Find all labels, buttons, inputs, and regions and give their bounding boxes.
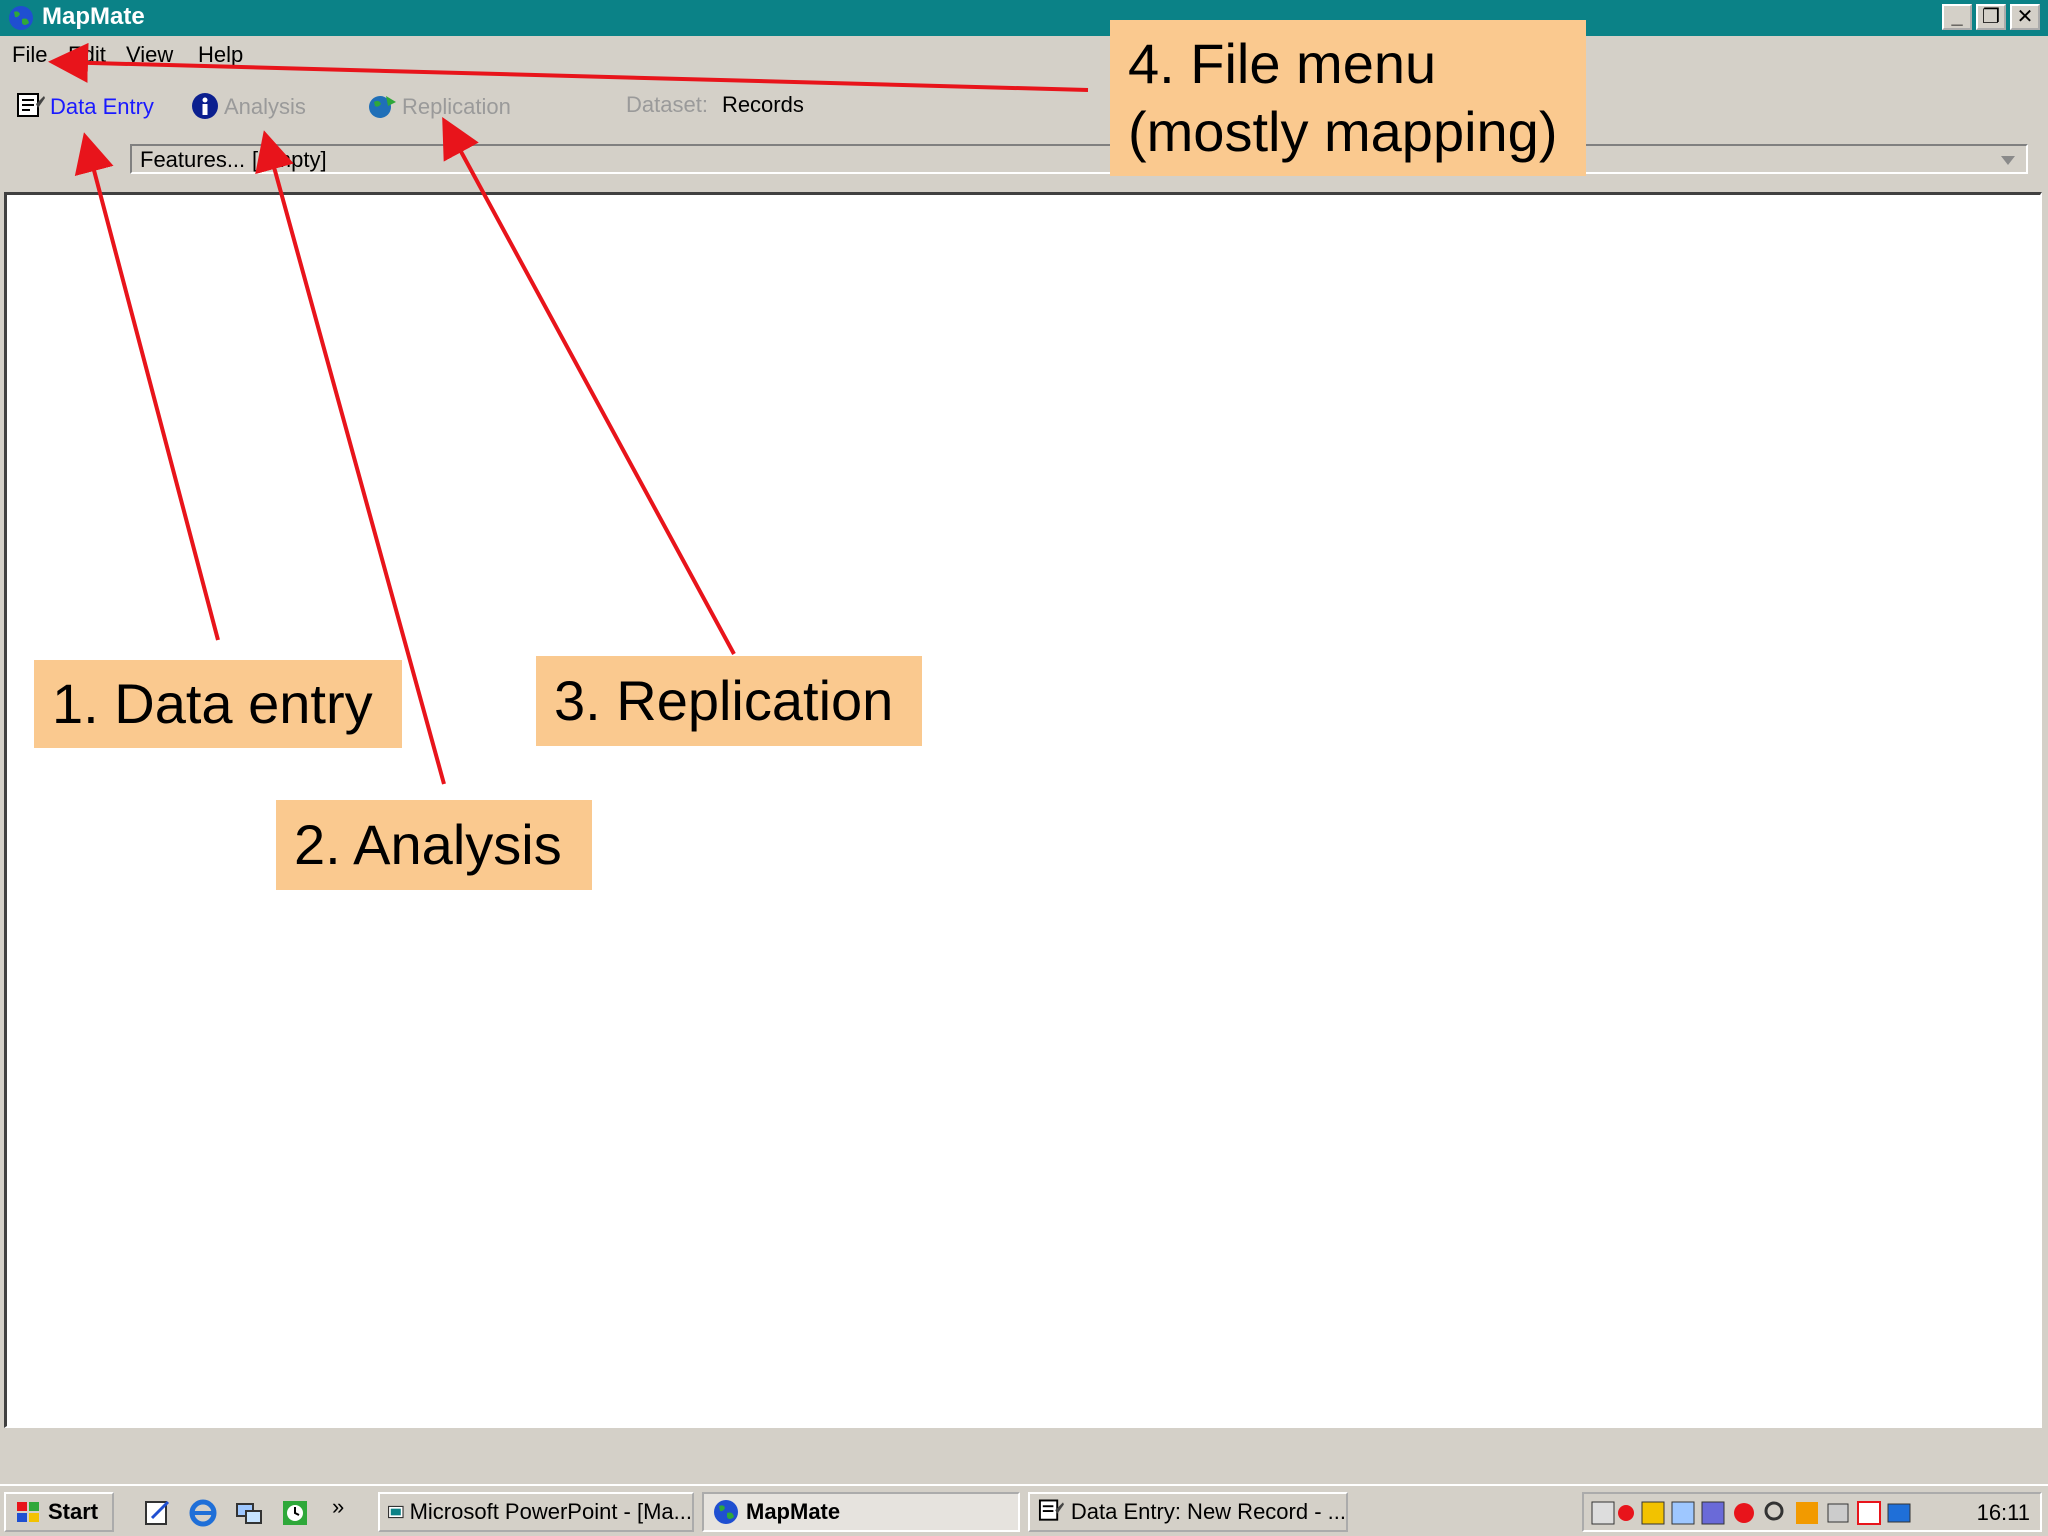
arrow-replication <box>442 116 736 655</box>
annotation-arrows <box>48 42 1089 785</box>
arrow-data-entry <box>74 132 220 641</box>
arrow-analysis <box>255 130 446 785</box>
arrow-file-menu <box>48 42 1089 92</box>
